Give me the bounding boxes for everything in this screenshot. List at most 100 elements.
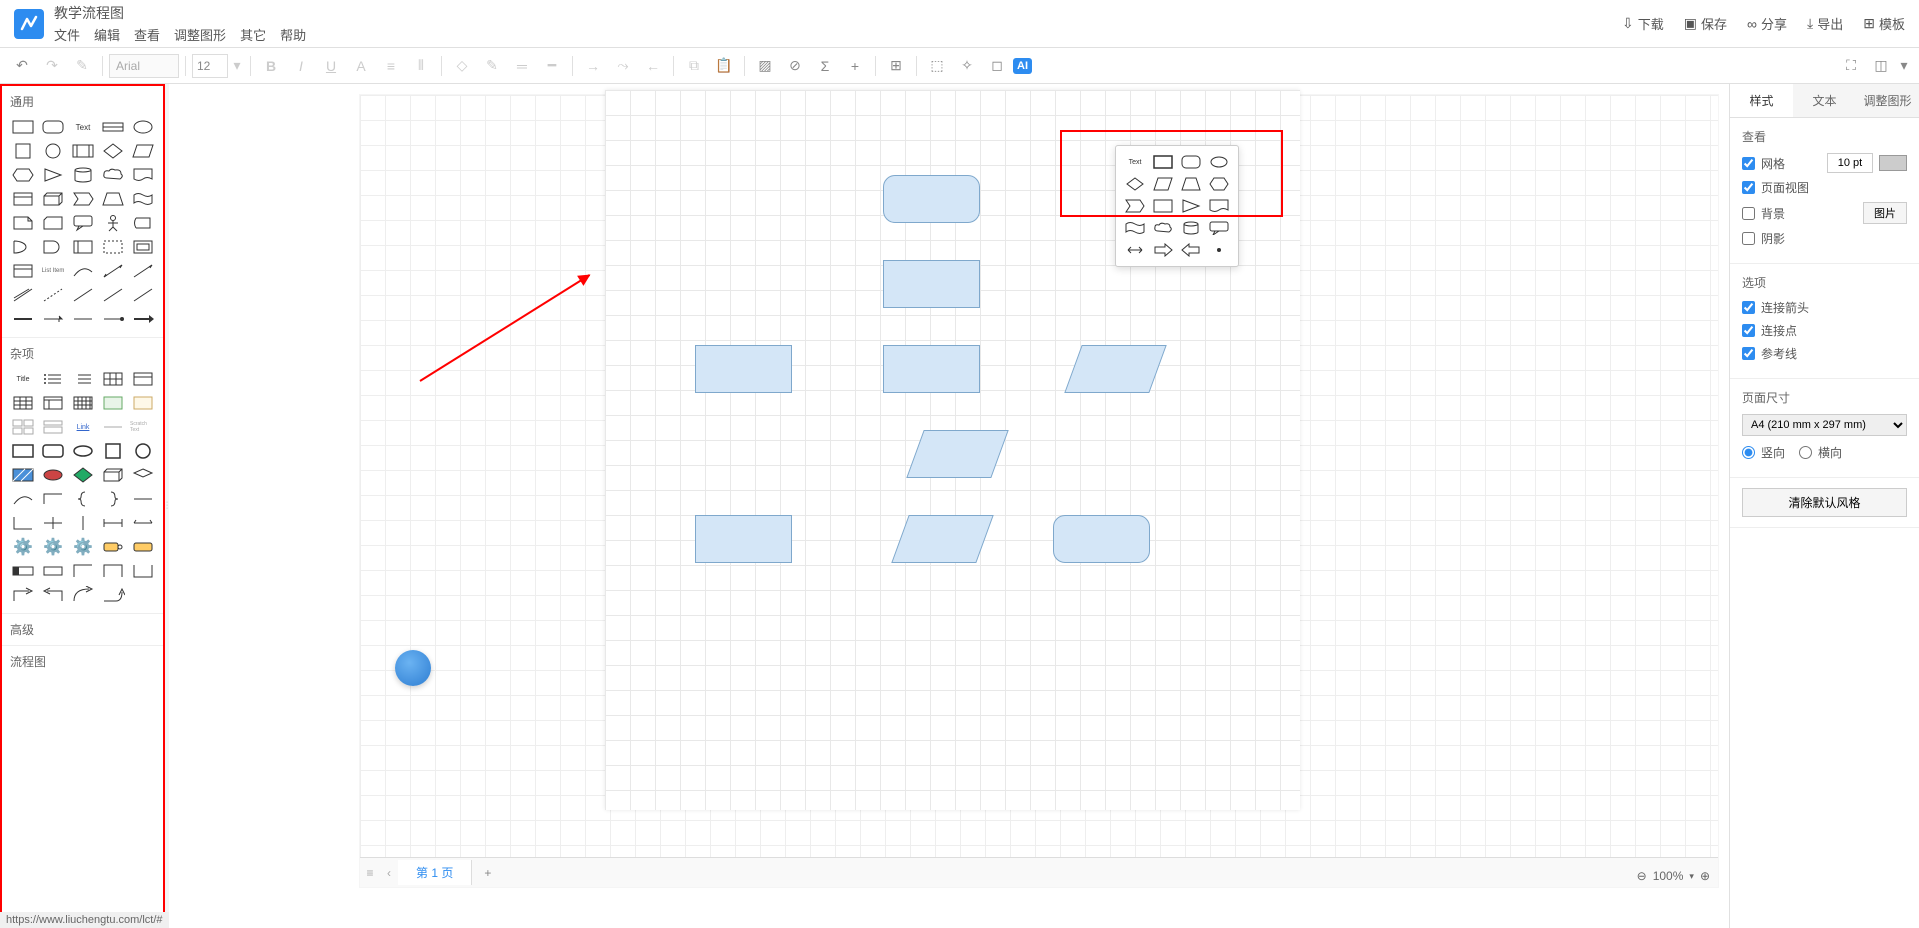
shadow-checkbox[interactable] [1742,232,1755,245]
shape-conn5[interactable] [130,309,156,329]
misc-group2[interactable] [130,393,156,413]
shape-listitem[interactable]: List Item [40,261,66,281]
templates-button[interactable]: ⊞模板 [1863,14,1905,33]
grid-color-swatch[interactable] [1879,155,1907,171]
shape-hexagon[interactable] [10,165,36,185]
download-button[interactable]: ⇩下载 [1622,14,1664,33]
misc-scroll[interactable]: Scratch Text [130,417,156,437]
conn-arrow-checkbox[interactable] [1742,301,1755,314]
misc-arr3[interactable] [70,585,96,605]
misc-diamond3d[interactable] [70,465,96,485]
flowchart-shape-6[interactable] [906,430,1008,478]
shape-conn3[interactable] [70,309,96,329]
shape-callout[interactable] [70,213,96,233]
sidebar-section-advanced[interactable]: 高级 [8,618,157,641]
shape-rect[interactable] [10,117,36,137]
shape-line2[interactable] [100,285,126,305]
table-button[interactable]: ⊞ [882,52,910,80]
shape-square[interactable] [10,141,36,161]
shape-tape[interactable] [130,189,156,209]
shape-textbox[interactable] [100,117,126,137]
shape-card[interactable] [40,213,66,233]
popup-callout[interactable] [1208,220,1230,236]
misc-lcorner[interactable] [70,561,96,581]
shape-circle[interactable] [40,141,66,161]
shape-note[interactable] [10,213,36,233]
shape-line3[interactable] [130,285,156,305]
misc-sw[interactable] [10,561,36,581]
flowchart-shape-1[interactable] [883,175,980,223]
misc-ucorner[interactable] [130,561,156,581]
misc-tag2[interactable] [130,537,156,557]
flowchart-shape-5[interactable] [1064,345,1166,393]
flowchart-shape-8[interactable] [891,515,993,563]
misc-rect2[interactable] [10,441,36,461]
clear-style-button[interactable]: 清除默认风格 [1742,488,1907,517]
misc-form1[interactable] [10,417,36,437]
fill-color-button[interactable]: ◇ [448,52,476,80]
misc-dim2[interactable] [130,513,156,533]
font-color-button[interactable]: A [347,52,375,80]
canvas[interactable]: Text [359,94,1719,888]
menu-edit[interactable]: 编辑 [94,25,120,44]
misc-dim[interactable] [100,513,126,533]
assistant-avatar[interactable] [395,650,431,686]
flowchart-shape-3[interactable] [695,345,792,393]
zoom-in-icon[interactable]: ⊕ [1700,869,1710,883]
flowchart-shape-7[interactable] [695,515,792,563]
sidebar-section-flowchart[interactable]: 流程图 [8,650,157,673]
misc-arr1[interactable] [10,585,36,605]
image-button[interactable]: 图片 [1863,202,1907,224]
misc-round2[interactable] [40,441,66,461]
misc-ul[interactable] [40,369,66,389]
landscape-radio[interactable] [1799,446,1812,459]
menu-view[interactable]: 查看 [134,25,160,44]
shape-diamond[interactable] [100,141,126,161]
font-select[interactable] [109,54,179,78]
save-button[interactable]: ▣保存 [1684,14,1727,33]
shape-arrow[interactable] [130,261,156,281]
export-button[interactable]: ⤓导出 [1807,14,1843,33]
background-checkbox[interactable] [1742,207,1755,220]
sidebar-section-misc[interactable]: 杂项 [8,342,157,365]
popup-dot[interactable] [1208,242,1230,258]
misc-elbow[interactable] [40,489,66,509]
guides-checkbox[interactable] [1742,347,1755,360]
popup-cloud[interactable] [1152,220,1174,236]
fontsize-dropdown[interactable]: ▾ [230,52,244,80]
valign-button[interactable]: ⫴ [407,52,435,80]
misc-hline[interactable] [130,489,156,509]
misc-ellipse2[interactable] [70,441,96,461]
misc-grid[interactable] [10,393,36,413]
zoom-dropdown-icon[interactable]: ▾ [1689,871,1694,882]
menu-other[interactable]: 其它 [240,25,266,44]
tool1-button[interactable]: ⬚ [923,52,951,80]
add-page-tab[interactable]: + [472,862,503,884]
shape-frame[interactable] [130,237,156,257]
shape-and[interactable] [40,237,66,257]
tab-style[interactable]: 样式 [1730,84,1793,117]
misc-tee[interactable] [40,513,66,533]
misc-cal[interactable] [70,393,96,413]
menu-adjust[interactable]: 调整图形 [174,25,226,44]
grid-size-input[interactable] [1827,153,1873,173]
formula-button[interactable]: Σ [811,52,839,80]
italic-button[interactable]: I [287,52,315,80]
line-style-button[interactable]: ═ [508,52,536,80]
shape-dline[interactable] [10,285,36,305]
connector-button[interactable]: ⤳ [609,52,637,80]
tabs-menu-icon[interactable]: ≡ [360,866,380,880]
arrow-start-button[interactable]: → [579,52,607,80]
misc-arr4[interactable] [100,585,126,605]
shape-curve[interactable] [70,261,96,281]
zoom-value[interactable]: 100% [1653,869,1684,883]
shape-ellipse[interactable] [130,117,156,137]
shape-curly[interactable] [130,213,156,233]
align-button[interactable]: ≡ [377,52,405,80]
format-painter-button[interactable]: ✎ [68,52,96,80]
fontsize-input[interactable] [192,54,228,78]
misc-hr[interactable] [100,417,126,437]
misc-iso[interactable] [130,465,156,485]
misc-circle2[interactable] [130,441,156,461]
conn-point-checkbox[interactable] [1742,324,1755,337]
